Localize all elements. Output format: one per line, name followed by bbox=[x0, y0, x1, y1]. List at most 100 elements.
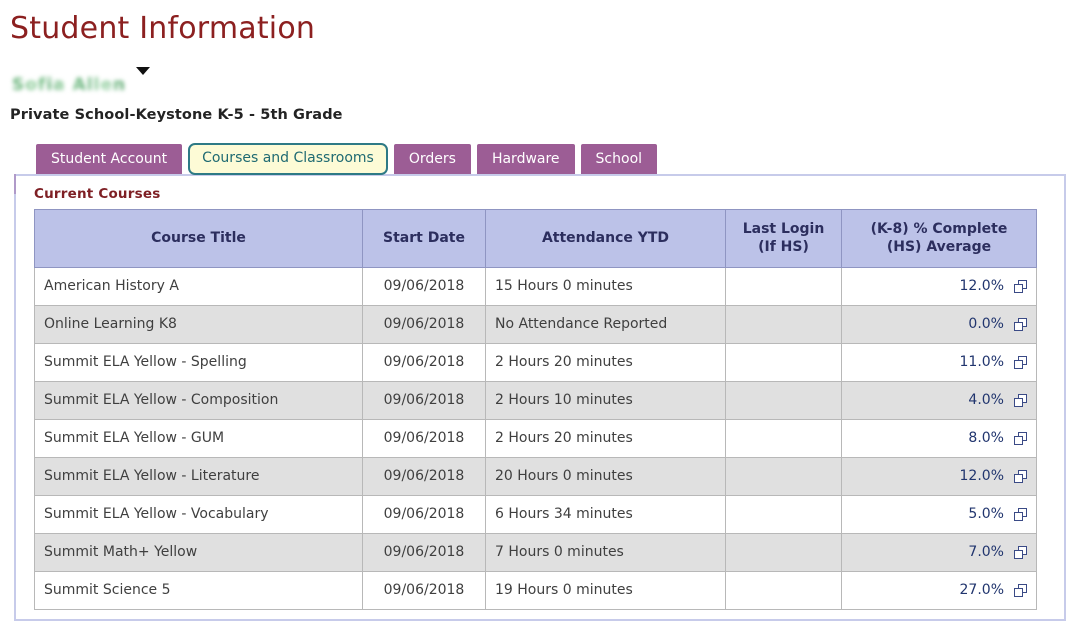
table-row: Summit ELA Yellow - Spelling 09/06/2018 … bbox=[34, 343, 1037, 383]
open-in-new-window-icon[interactable] bbox=[1014, 508, 1027, 522]
cell-start-date: 09/06/2018 bbox=[362, 305, 486, 345]
percent-value[interactable]: 11.0% bbox=[960, 354, 1004, 371]
open-in-new-window-icon[interactable] bbox=[1014, 394, 1027, 408]
cell-percent-complete: 12.0% bbox=[841, 267, 1037, 307]
cell-course-title: Summit ELA Yellow - Composition bbox=[34, 381, 363, 421]
tab-hardware[interactable]: Hardware bbox=[476, 143, 575, 174]
cell-start-date: 09/06/2018 bbox=[362, 495, 486, 535]
open-in-new-window-icon[interactable] bbox=[1014, 356, 1027, 370]
student-information-page: Student Information Sofia Allen Private … bbox=[0, 0, 1080, 631]
cell-course-title: Summit Science 5 bbox=[34, 571, 363, 611]
table-row: Summit ELA Yellow - Literature 09/06/201… bbox=[34, 457, 1037, 497]
cell-attendance: 6 Hours 34 minutes bbox=[485, 495, 726, 535]
percent-value[interactable]: 12.0% bbox=[960, 278, 1004, 295]
cell-course-title: Summit ELA Yellow - GUM bbox=[34, 419, 363, 459]
column-header-line1: Attendance YTD bbox=[541, 229, 670, 246]
column-header-line2: (HS) Average bbox=[886, 239, 992, 256]
cell-percent-complete: 5.0% bbox=[841, 495, 1037, 535]
cell-start-date: 09/06/2018 bbox=[362, 457, 486, 497]
cell-attendance: No Attendance Reported bbox=[485, 305, 726, 345]
percent-value[interactable]: 4.0% bbox=[968, 392, 1004, 409]
cell-percent-complete: 11.0% bbox=[841, 343, 1037, 383]
column-header-line2: (If HS) bbox=[758, 239, 809, 256]
open-in-new-window-icon[interactable] bbox=[1014, 470, 1027, 484]
cell-start-date: 09/06/2018 bbox=[362, 571, 486, 611]
cell-course-title: Summit Math+ Yellow bbox=[34, 533, 363, 573]
column-header-percent-complete[interactable]: (K-8) % Complete (HS) Average bbox=[841, 208, 1037, 269]
tab-student-account[interactable]: Student Account bbox=[36, 143, 183, 174]
cell-percent-complete: 12.0% bbox=[841, 457, 1037, 497]
column-header-line1: Start Date bbox=[383, 229, 465, 246]
column-header-line1: (K-8) % Complete bbox=[870, 220, 1008, 237]
current-courses-table: Course Title Start Date Attendance YTD L… bbox=[34, 208, 1037, 611]
percent-value[interactable]: 0.0% bbox=[968, 316, 1004, 333]
cell-attendance: 19 Hours 0 minutes bbox=[485, 571, 726, 611]
cell-attendance: 2 Hours 20 minutes bbox=[485, 419, 726, 459]
table-row: Summit ELA Yellow - GUM 09/06/2018 2 Hou… bbox=[34, 419, 1037, 459]
cell-last-login bbox=[725, 267, 842, 307]
cell-start-date: 09/06/2018 bbox=[362, 267, 486, 307]
cell-attendance: 7 Hours 0 minutes bbox=[485, 533, 726, 573]
cell-attendance: 15 Hours 0 minutes bbox=[485, 267, 726, 307]
table-body: American History A 09/06/2018 15 Hours 0… bbox=[34, 267, 1037, 611]
column-header-line1: Course Title bbox=[151, 229, 246, 246]
cell-percent-complete: 27.0% bbox=[841, 571, 1037, 611]
student-selector[interactable]: Sofia Allen bbox=[0, 59, 1080, 103]
cell-attendance: 2 Hours 10 minutes bbox=[485, 381, 726, 421]
cell-last-login bbox=[725, 381, 842, 421]
panel-accent bbox=[14, 173, 16, 194]
percent-value[interactable]: 8.0% bbox=[968, 430, 1004, 447]
open-in-new-window-icon[interactable] bbox=[1014, 432, 1027, 446]
table-row: Online Learning K8 09/06/2018 No Attenda… bbox=[34, 305, 1037, 345]
table-row: Summit Science 5 09/06/2018 19 Hours 0 m… bbox=[34, 571, 1037, 611]
cell-last-login bbox=[725, 419, 842, 459]
cell-course-title: Summit ELA Yellow - Literature bbox=[34, 457, 363, 497]
cell-percent-complete: 4.0% bbox=[841, 381, 1037, 421]
column-header-last-login[interactable]: Last Login (If HS) bbox=[725, 208, 842, 269]
open-in-new-window-icon[interactable] bbox=[1014, 546, 1027, 560]
column-header-course-title[interactable]: Course Title bbox=[34, 208, 363, 269]
table-header: Course Title Start Date Attendance YTD L… bbox=[34, 208, 1037, 269]
open-in-new-window-icon[interactable] bbox=[1014, 318, 1027, 332]
school-grade-line: Private School-Keystone K-5 - 5th Grade bbox=[10, 106, 343, 123]
cell-last-login bbox=[725, 571, 842, 611]
courses-panel: Current Courses Course Title Start Date bbox=[14, 173, 1066, 621]
page-title: Student Information bbox=[10, 11, 316, 46]
table-row: Summit Math+ Yellow 09/06/2018 7 Hours 0… bbox=[34, 533, 1037, 573]
caret-down-icon[interactable] bbox=[136, 66, 150, 75]
cell-percent-complete: 8.0% bbox=[841, 419, 1037, 459]
open-in-new-window-icon[interactable] bbox=[1014, 280, 1027, 294]
cell-last-login bbox=[725, 533, 842, 573]
student-name: Sofia Allen bbox=[12, 74, 126, 95]
cell-attendance: 2 Hours 20 minutes bbox=[485, 343, 726, 383]
table-header-row: Course Title Start Date Attendance YTD L… bbox=[34, 208, 1037, 269]
table-row: American History A 09/06/2018 15 Hours 0… bbox=[34, 267, 1037, 307]
tab-courses-and-classrooms[interactable]: Courses and Classrooms bbox=[188, 142, 388, 175]
open-in-new-window-icon[interactable] bbox=[1014, 584, 1027, 598]
cell-last-login bbox=[725, 305, 842, 345]
percent-value[interactable]: 7.0% bbox=[968, 544, 1004, 561]
cell-start-date: 09/06/2018 bbox=[362, 419, 486, 459]
tab-bar: Student Account Courses and Classrooms O… bbox=[0, 142, 1080, 175]
tab-orders[interactable]: Orders bbox=[393, 143, 471, 174]
column-header-line1: Last Login bbox=[742, 220, 825, 237]
percent-value[interactable]: 27.0% bbox=[960, 582, 1004, 599]
column-header-start-date[interactable]: Start Date bbox=[362, 208, 486, 269]
cell-course-title: Online Learning K8 bbox=[34, 305, 363, 345]
cell-last-login bbox=[725, 457, 842, 497]
cell-course-title: Summit ELA Yellow - Spelling bbox=[34, 343, 363, 383]
tab-school[interactable]: School bbox=[580, 143, 658, 174]
cell-course-title: American History A bbox=[34, 267, 363, 307]
cell-course-title: Summit ELA Yellow - Vocabulary bbox=[34, 495, 363, 535]
cell-start-date: 09/06/2018 bbox=[362, 343, 486, 383]
cell-attendance: 20 Hours 0 minutes bbox=[485, 457, 726, 497]
cell-start-date: 09/06/2018 bbox=[362, 381, 486, 421]
cell-last-login bbox=[725, 495, 842, 535]
percent-value[interactable]: 12.0% bbox=[960, 468, 1004, 485]
cell-last-login bbox=[725, 343, 842, 383]
percent-value[interactable]: 5.0% bbox=[968, 506, 1004, 523]
column-header-attendance-ytd[interactable]: Attendance YTD bbox=[485, 208, 726, 269]
section-title-current-courses: Current Courses bbox=[34, 185, 161, 202]
cell-percent-complete: 0.0% bbox=[841, 305, 1037, 345]
cell-start-date: 09/06/2018 bbox=[362, 533, 486, 573]
